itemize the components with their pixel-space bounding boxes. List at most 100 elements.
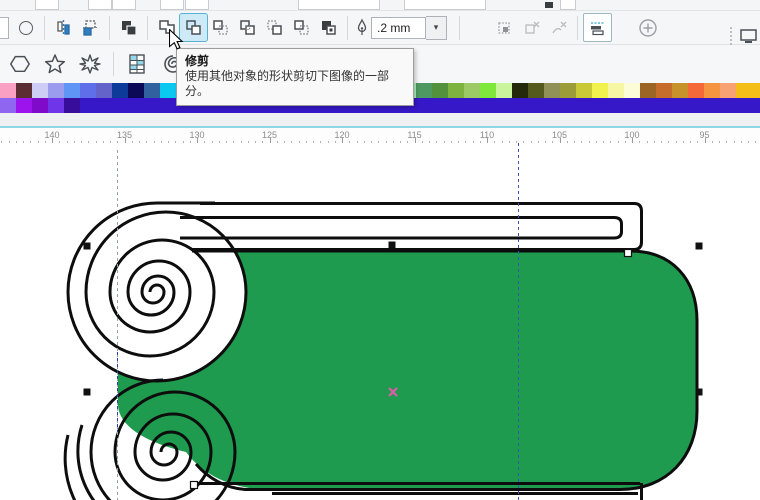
selection-handle[interactable] — [84, 243, 91, 250]
palette-swatch[interactable] — [48, 98, 64, 113]
selection-handle[interactable] — [389, 242, 396, 249]
selection-handle[interactable] — [696, 243, 703, 250]
separator — [109, 16, 110, 40]
palette-swatch[interactable] — [144, 83, 160, 98]
palette-swatch[interactable] — [112, 83, 128, 98]
curve-x-icon — [549, 18, 569, 38]
outline-width-input[interactable]: .2 mm — [371, 17, 426, 39]
ruler-label: 105 — [552, 130, 567, 140]
disabled-tool-button[interactable] — [491, 14, 518, 41]
trim-button[interactable] — [180, 14, 207, 41]
palette-swatch[interactable] — [512, 83, 528, 98]
ruler-label: 120 — [334, 130, 349, 140]
ruler-label: 130 — [189, 130, 204, 140]
palette-swatch[interactable] — [64, 83, 80, 98]
ruler-label: 100 — [624, 130, 639, 140]
ellipse-button[interactable] — [12, 14, 39, 41]
palette-swatch[interactable] — [528, 83, 544, 98]
palette-swatch[interactable] — [496, 83, 512, 98]
plus-circle-icon — [637, 17, 659, 39]
remove-front-button[interactable] — [288, 14, 315, 41]
palette-swatch[interactable] — [160, 83, 176, 98]
polygon-icon — [8, 52, 32, 76]
combine-button[interactable] — [50, 14, 77, 41]
palette-swatch[interactable] — [448, 83, 464, 98]
palette-swatch[interactable] — [416, 83, 432, 98]
dotted-square-icon — [495, 18, 515, 38]
curve-node[interactable] — [191, 482, 198, 489]
drawing-canvas[interactable] — [0, 143, 760, 500]
separator — [577, 16, 578, 40]
palette-swatch[interactable] — [0, 83, 16, 98]
property-bar: .2 mm ▾ — [0, 11, 760, 45]
bottom-roll-strip — [273, 495, 637, 500]
palette-swatch[interactable] — [128, 83, 144, 98]
group-objects-button[interactable] — [115, 14, 142, 41]
palette-swatch[interactable] — [592, 83, 608, 98]
palette-swatch[interactable] — [704, 83, 720, 98]
palette-swatch[interactable] — [16, 83, 32, 98]
weld-button[interactable] — [153, 14, 180, 41]
outline-pen-icon — [355, 18, 369, 38]
palette-swatch[interactable] — [720, 83, 736, 98]
simplify-button[interactable] — [234, 14, 261, 41]
palette-swatch[interactable] — [688, 83, 704, 98]
palette-swatch[interactable] — [576, 83, 592, 98]
palette-swatch[interactable] — [624, 83, 640, 98]
palette-swatch[interactable] — [672, 83, 688, 98]
palette-swatch[interactable] — [464, 83, 480, 98]
toolbar-remnant-box — [88, 0, 112, 10]
ellipse-icon — [19, 21, 33, 35]
palette-swatch[interactable] — [96, 83, 112, 98]
intersect-icon — [210, 17, 232, 39]
toolbar-remnant-field — [298, 0, 380, 10]
graph-paper-tool-button[interactable] — [124, 51, 151, 78]
outline-width-dropdown[interactable]: ▾ — [426, 16, 447, 40]
weld-icon — [156, 17, 178, 39]
remove-front-icon — [291, 17, 313, 39]
outline-pen-button[interactable] — [353, 14, 371, 41]
palette-swatch[interactable] — [16, 98, 32, 113]
palette-swatch[interactable] — [544, 83, 560, 98]
top-roll-stripe — [180, 218, 622, 239]
remove-back-button[interactable] — [261, 14, 288, 41]
star-icon — [43, 52, 67, 76]
separator — [44, 16, 45, 40]
palette-swatch[interactable] — [736, 83, 760, 98]
complex-star-tool-button[interactable] — [76, 51, 103, 78]
palette-swatch[interactable] — [432, 83, 448, 98]
palette-swatch[interactable] — [560, 83, 576, 98]
disabled-tool-button[interactable] — [518, 14, 545, 41]
wrap-text-button[interactable] — [583, 13, 612, 42]
align-distribute-button[interactable] — [77, 14, 104, 41]
ruler-label: 125 — [262, 130, 277, 140]
palette-swatch[interactable] — [48, 83, 64, 98]
polygon-tool-button[interactable] — [6, 51, 33, 78]
ruler-label: 140 — [44, 130, 59, 140]
palette-swatch[interactable] — [0, 98, 16, 113]
group-objects-icon — [119, 18, 139, 38]
tooltip-description: 使用其他对象的形状剪切下图像的一部分。 — [185, 69, 405, 99]
toolbar-remnant-box — [185, 0, 209, 10]
selection-handle[interactable] — [84, 389, 91, 396]
star-tool-button[interactable] — [41, 51, 68, 78]
curve-node[interactable] — [625, 250, 632, 257]
ruler-label: 115 — [407, 130, 421, 140]
palette-swatch[interactable] — [608, 83, 624, 98]
scroll-object[interactable] — [65, 203, 697, 500]
palette-swatch[interactable] — [80, 83, 96, 98]
create-boundary-button[interactable] — [315, 14, 342, 41]
palette-swatch[interactable] — [480, 83, 496, 98]
palette-swatch[interactable] — [32, 98, 48, 113]
intersect-button[interactable] — [207, 14, 234, 41]
palette-swatch[interactable] — [32, 83, 48, 98]
horizontal-ruler[interactable]: 14013513012512011511010510095 — [0, 126, 760, 143]
disabled-tool-button[interactable] — [545, 14, 572, 41]
chevron-down-icon: ▾ — [434, 22, 439, 33]
create-boundary-icon — [318, 17, 340, 39]
palette-swatch[interactable] — [640, 83, 656, 98]
add-button[interactable] — [634, 14, 661, 41]
palette-swatch[interactable] — [656, 83, 672, 98]
palette-swatch[interactable] — [64, 98, 80, 113]
selection-handle[interactable] — [696, 389, 703, 396]
